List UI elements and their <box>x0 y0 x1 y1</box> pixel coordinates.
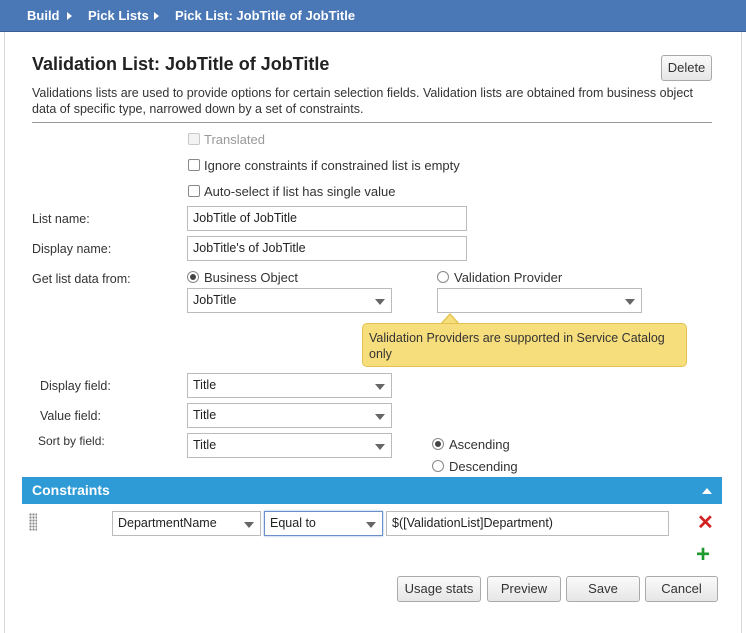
ignore-constraints-label: Ignore constraints if constrained list i… <box>204 158 460 173</box>
chevron-right-icon <box>154 12 159 20</box>
descending-radio[interactable] <box>432 460 444 472</box>
ascending-label: Ascending <box>449 437 510 452</box>
divider <box>32 122 712 123</box>
display-field-label: Display field: <box>40 379 111 393</box>
get-list-data-label: Get list data from: <box>32 272 131 286</box>
constraint-operator-select[interactable]: Equal to <box>264 511 383 536</box>
display-name-input[interactable]: JobTitle's of JobTitle <box>187 236 467 261</box>
validation-provider-tooltip: Validation Providers are supported in Se… <box>362 323 687 367</box>
chevron-down-icon <box>366 522 376 528</box>
display-name-label: Display name: <box>32 242 112 256</box>
chevron-down-icon <box>244 522 254 528</box>
cancel-button[interactable]: Cancel <box>645 576 718 602</box>
page-title: Validation List: JobTitle of JobTitle <box>32 54 330 74</box>
chevron-down-icon <box>375 299 385 305</box>
constraint-operator-value: Equal to <box>270 516 316 530</box>
add-constraint-icon[interactable]: + <box>696 543 710 567</box>
value-field-select[interactable]: Title <box>187 403 392 428</box>
ignore-constraints-checkbox[interactable] <box>188 159 200 171</box>
sort-by-field-label: Sort by field: <box>38 434 105 448</box>
list-name-input[interactable]: JobTitle of JobTitle <box>187 206 467 231</box>
page-description: Validations lists are used to provide op… <box>32 86 694 116</box>
breadcrumb-pick-lists[interactable]: Pick Lists <box>88 8 149 23</box>
collapse-icon[interactable] <box>702 488 712 494</box>
usage-stats-button[interactable]: Usage stats <box>397 576 481 602</box>
drag-handle-icon[interactable] <box>29 513 37 531</box>
chevron-down-icon <box>375 414 385 420</box>
sort-by-field-select-value: Title <box>193 438 217 452</box>
breadcrumb: Build Pick Lists Pick List: JobTitle of … <box>0 0 746 32</box>
preview-button[interactable]: Preview <box>487 576 561 602</box>
constraints-title: Constraints <box>32 482 110 498</box>
auto-select-label: Auto-select if list has single value <box>204 184 396 199</box>
ascending-radio[interactable] <box>432 438 444 450</box>
descending-label: Descending <box>449 459 518 474</box>
validation-provider-label: Validation Provider <box>454 270 563 285</box>
display-field-select-value: Title <box>193 378 217 392</box>
save-button[interactable]: Save <box>566 576 640 602</box>
sort-by-field-select[interactable]: Title <box>187 433 392 458</box>
list-name-label: List name: <box>32 212 90 226</box>
chevron-right-icon <box>67 12 72 20</box>
constraints-header[interactable]: Constraints <box>22 477 722 504</box>
breadcrumb-current: Pick List: JobTitle of JobTitle <box>175 8 356 23</box>
chevron-down-icon <box>625 299 635 305</box>
business-object-label: Business Object <box>204 270 298 285</box>
chevron-down-icon <box>375 384 385 390</box>
validation-provider-radio[interactable] <box>437 271 449 283</box>
constraint-value-input[interactable]: $([ValidationList]Department) <box>386 511 669 536</box>
validation-provider-select[interactable] <box>437 288 642 313</box>
business-object-select-value: JobTitle <box>193 293 237 307</box>
value-field-select-value: Title <box>193 408 217 422</box>
auto-select-checkbox[interactable] <box>188 185 200 197</box>
translated-checkbox[interactable] <box>188 133 200 145</box>
chevron-down-icon <box>375 444 385 450</box>
constraint-field-value: DepartmentName <box>118 516 217 530</box>
delete-button[interactable]: Delete <box>661 55 712 81</box>
breadcrumb-build[interactable]: Build <box>27 8 60 23</box>
delete-constraint-icon[interactable]: ✕ <box>697 513 714 533</box>
display-field-select[interactable]: Title <box>187 373 392 398</box>
business-object-select[interactable]: JobTitle <box>187 288 392 313</box>
business-object-radio[interactable] <box>187 271 199 283</box>
value-field-label: Value field: <box>40 409 101 423</box>
translated-label: Translated <box>204 132 265 147</box>
constraint-field-select[interactable]: DepartmentName <box>112 511 261 536</box>
